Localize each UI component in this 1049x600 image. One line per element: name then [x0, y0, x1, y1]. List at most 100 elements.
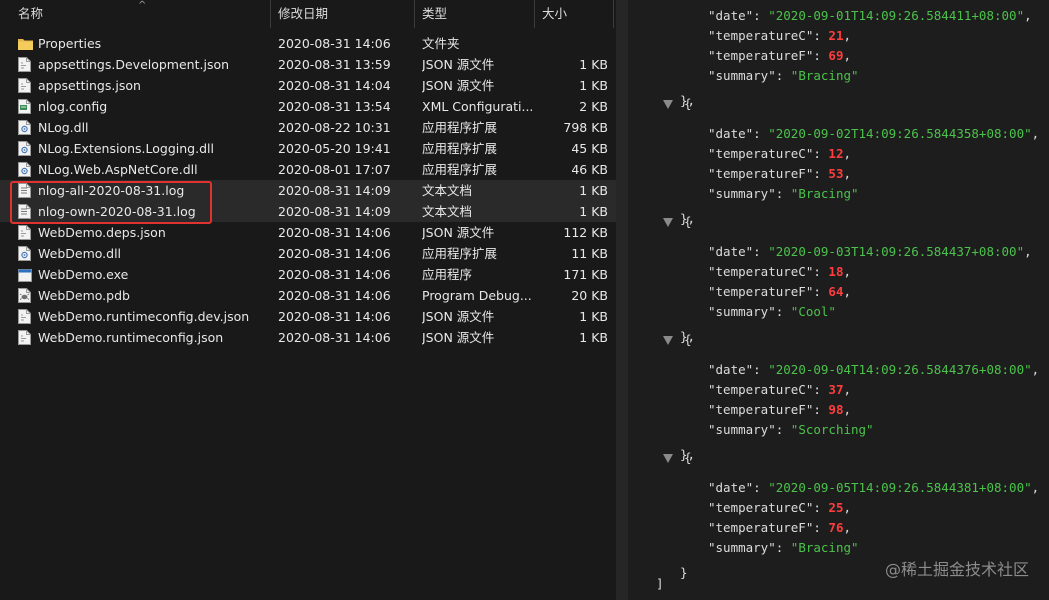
json-key: "summary"	[708, 540, 776, 555]
file-name: WebDemo.pdb	[38, 288, 130, 303]
json-token: :	[775, 304, 791, 319]
json-token: :	[775, 422, 791, 437]
json-string-value: "Bracing"	[790, 540, 859, 555]
column-divider[interactable]	[414, 0, 415, 28]
column-divider[interactable]	[534, 0, 535, 28]
file-type: JSON 源文件	[422, 330, 495, 345]
json-number-value: 21	[828, 28, 844, 43]
collapse-toggle-icon[interactable]	[663, 100, 673, 109]
file-row[interactable]: appsettings.Development.json 2020-08-31 1…	[0, 54, 616, 75]
column-header-size[interactable]: 大小	[536, 0, 612, 28]
json-number-value: 12	[828, 146, 844, 161]
json-token: :	[813, 382, 829, 397]
json-key: "summary"	[708, 422, 776, 437]
json-token: ,	[1024, 244, 1032, 259]
json-string-value: "2020-09-02T14:09:26.5844358+08:00"	[768, 126, 1032, 141]
dll-file-icon	[18, 246, 32, 261]
file-modified-date: 2020-08-31 13:54	[278, 99, 391, 114]
dll-file-icon	[18, 120, 32, 135]
sort-ascending-icon: ^	[138, 0, 147, 11]
json-token: :	[775, 186, 791, 201]
json-string-value: "2020-09-05T14:09:26.5844381+08:00"	[768, 480, 1032, 495]
json-token: ,	[843, 146, 852, 161]
json-number-value: 37	[828, 382, 844, 397]
json-array-close: ]	[656, 576, 664, 591]
json-line: "temperatureC": 12,	[708, 144, 851, 164]
file-row[interactable]: WebDemo.exe 2020-08-31 14:06 应用程序 171 KB	[0, 264, 616, 285]
column-header-type[interactable]: 类型	[416, 0, 534, 28]
json-key: "temperatureF"	[708, 48, 814, 63]
column-header-date[interactable]: 修改日期	[272, 0, 412, 28]
json-number-value: 18	[828, 264, 844, 279]
file-row[interactable]: NLog.Web.AspNetCore.dll 2020-08-01 17:07 应…	[0, 159, 616, 180]
json-line: "temperatureC": 37,	[708, 380, 851, 400]
json-number-value: 69	[828, 48, 844, 63]
json-key: "temperatureC"	[708, 500, 814, 515]
file-modified-date: 2020-05-20 19:41	[278, 141, 391, 156]
collapse-toggle-icon[interactable]	[663, 336, 673, 345]
file-type: 应用程序扩展	[422, 162, 498, 177]
json-token: :	[753, 480, 769, 495]
json-line: "summary": "Bracing"	[708, 184, 859, 204]
file-row[interactable]: nlog.config 2020-08-31 13:54 XML Configura…	[0, 96, 616, 117]
json-line: "summary": "Scorching"	[708, 420, 874, 440]
file-row[interactable]: NLog.dll 2020-08-22 10:31 应用程序扩展 798 KB	[0, 117, 616, 138]
file-modified-date: 2020-08-31 14:06	[278, 36, 391, 51]
json-key: "temperatureC"	[708, 382, 814, 397]
json-token: :	[813, 284, 829, 299]
file-size: 45 KB	[571, 141, 608, 156]
json-token: :	[813, 402, 829, 417]
pane-divider	[616, 0, 628, 600]
json-token: ,	[1031, 126, 1040, 141]
column-divider[interactable]	[613, 0, 614, 28]
file-row[interactable]: appsettings.json 2020-08-31 14:04 JSON 源文件…	[0, 75, 616, 96]
json-token: :	[813, 500, 829, 515]
file-row[interactable]: WebDemo.runtimeconfig.dev.json 2020-08-31…	[0, 306, 616, 327]
file-name: WebDemo.runtimeconfig.dev.json	[38, 309, 250, 324]
json-line: "temperatureF": 76,	[708, 518, 851, 538]
json-token: ,	[843, 166, 852, 181]
highlight-annotation-box	[10, 181, 212, 224]
file-row[interactable]: Properties 2020-08-31 14:06 文件夹	[0, 33, 616, 54]
json-token: :	[775, 540, 791, 555]
file-row[interactable]: WebDemo.pdb 2020-08-31 14:06 Program Debug…	[0, 285, 616, 306]
json-open-brace: {	[684, 214, 692, 229]
file-modified-date: 2020-08-31 14:09	[278, 183, 391, 198]
json-open-brace: {	[684, 450, 692, 465]
json-key: "summary"	[708, 186, 776, 201]
json-token: :	[813, 146, 829, 161]
json-line: "temperatureF": 64,	[708, 282, 851, 302]
file-size: 1 KB	[579, 57, 608, 72]
dll-file-icon	[18, 141, 32, 156]
collapse-toggle-icon[interactable]	[663, 454, 673, 463]
file-name: NLog.Extensions.Logging.dll	[38, 141, 214, 156]
json-token: ,	[843, 264, 852, 279]
file-type: JSON 源文件	[422, 57, 495, 72]
file-size: 798 KB	[563, 120, 608, 135]
file-modified-date: 2020-08-31 14:06	[278, 267, 391, 282]
file-modified-date: 2020-08-31 14:04	[278, 78, 391, 93]
config-file-icon	[18, 99, 32, 114]
column-divider[interactable]	[270, 0, 271, 28]
json-line: {	[684, 94, 692, 114]
dll-file-icon	[18, 162, 32, 177]
json-string-value: "2020-09-03T14:09:26.584437+08:00"	[768, 244, 1025, 259]
json-key: "temperatureF"	[708, 402, 814, 417]
collapse-toggle-icon[interactable]	[663, 218, 673, 227]
json-line: "summary": "Bracing"	[708, 66, 859, 86]
file-row[interactable]: WebDemo.deps.json 2020-08-31 14:06 JSON 源文…	[0, 222, 616, 243]
file-row[interactable]: NLog.Extensions.Logging.dll 2020-05-20 19…	[0, 138, 616, 159]
json-token: :	[813, 264, 829, 279]
column-size-label: 大小	[542, 6, 568, 21]
json-line: "temperatureC": 21,	[708, 26, 851, 46]
file-type: JSON 源文件	[422, 309, 495, 324]
column-header-bar: 名称 ^ 修改日期 类型 大小	[0, 0, 616, 28]
json-token: :	[813, 520, 829, 535]
json-token: :	[753, 244, 769, 259]
file-row[interactable]: WebDemo.runtimeconfig.json 2020-08-31 14:…	[0, 327, 616, 348]
json-line: "date": "2020-09-05T14:09:26.5844381+08:…	[708, 478, 1039, 498]
file-modified-date: 2020-08-31 13:59	[278, 57, 391, 72]
file-row[interactable]: WebDemo.dll 2020-08-31 14:06 应用程序扩展 11 KB	[0, 243, 616, 264]
json-key: "temperatureF"	[708, 284, 814, 299]
json-key: "date"	[708, 362, 754, 377]
